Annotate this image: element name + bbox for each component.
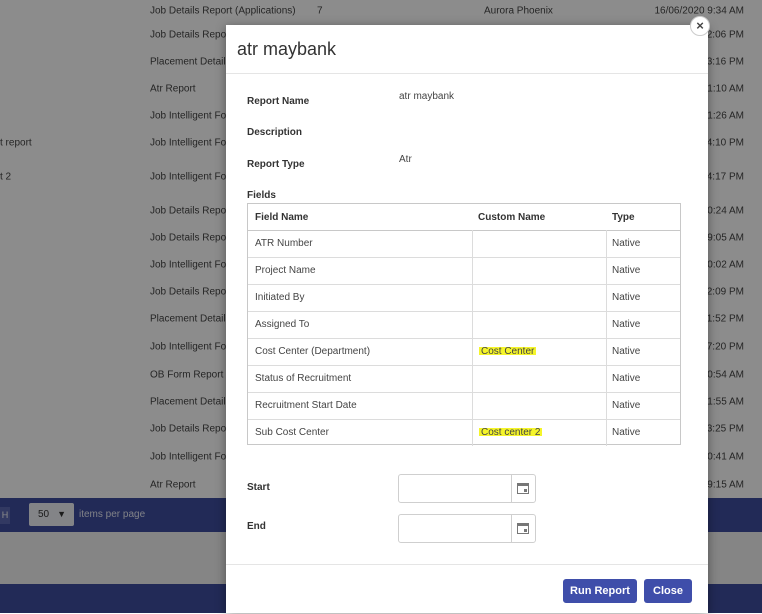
field-row: Project Name Native — [248, 257, 680, 285]
field-name-cell: Recruitment Start Date — [255, 400, 357, 411]
field-row: Sub Cost Center Cost center 2 Native — [248, 419, 680, 446]
start-date-input[interactable] — [398, 474, 536, 503]
close-button[interactable]: Close — [644, 579, 692, 603]
modal-footer: Run Report Close — [226, 564, 708, 614]
custom-name-text: Cost Center — [479, 346, 537, 357]
start-label: Start — [247, 482, 270, 493]
modal-header: atr maybank — [226, 25, 708, 74]
type-cell: Native — [612, 238, 641, 249]
start-date-picker-button[interactable] — [511, 475, 535, 502]
field-name-cell: Status of Recruitment — [255, 373, 352, 384]
custom-name-cell: Cost center 2 — [472, 419, 607, 446]
field-name-cell: Cost Center (Department) — [255, 346, 371, 357]
custom-name-cell — [472, 311, 607, 338]
custom-name-cell — [472, 392, 607, 419]
calendar-icon — [517, 523, 529, 534]
field-row: ATR Number Native — [248, 230, 680, 258]
type-cell: Native — [612, 265, 641, 276]
report-type-label: Report Type — [247, 159, 305, 170]
field-name-cell: Sub Cost Center — [255, 427, 329, 438]
header-field-name: Field Name — [255, 212, 309, 223]
report-name-value: atr maybank — [399, 91, 455, 102]
end-date-picker-button[interactable] — [511, 515, 535, 542]
custom-name-cell: Cost Center — [472, 338, 607, 365]
field-name-cell: Project Name — [255, 265, 316, 276]
type-cell: Native — [612, 427, 641, 438]
type-cell: Native — [612, 346, 641, 357]
end-date-input[interactable] — [398, 514, 536, 543]
type-cell: Native — [612, 400, 641, 411]
type-cell: Native — [612, 319, 641, 330]
fields-label: Fields — [247, 190, 276, 201]
modal-body: Report Name atr maybank Description Repo… — [226, 74, 708, 564]
custom-name-cell — [472, 257, 607, 284]
field-name-cell: Assigned To — [255, 319, 310, 330]
description-label: Description — [247, 127, 303, 138]
header-type: Type — [612, 212, 635, 223]
field-row: Status of Recruitment Native — [248, 365, 680, 393]
header-custom-name: Custom Name — [478, 212, 546, 223]
custom-name-text: Cost center 2 — [479, 427, 543, 438]
calendar-icon — [517, 483, 529, 494]
field-name-cell: ATR Number — [255, 238, 313, 249]
field-row: Assigned To Native — [248, 311, 680, 339]
report-type-value: Atr — [399, 154, 412, 165]
fields-table: Field Name Custom Name Type ATR Number Na… — [247, 203, 681, 446]
field-row: Initiated By Native — [248, 284, 680, 312]
custom-name-cell — [472, 230, 607, 257]
run-report-button[interactable]: Run Report — [563, 579, 637, 603]
report-name-label: Report Name — [247, 96, 310, 107]
custom-name-cell — [472, 365, 607, 392]
field-row: Cost Center (Department) Cost Center Nativ… — [248, 338, 680, 366]
type-cell: Native — [612, 373, 641, 384]
modal-title: atr maybank — [237, 39, 337, 59]
end-label: End — [247, 521, 266, 532]
type-cell: Native — [612, 292, 641, 303]
field-row: Recruitment Start Date Native — [248, 392, 680, 420]
custom-name-cell — [472, 284, 607, 311]
field-name-cell: Initiated By — [255, 292, 305, 303]
report-modal: atr maybank × Report Name atr maybank De… — [226, 16, 710, 614]
fields-table-header: Field Name Custom Name Type — [248, 204, 680, 231]
close-icon[interactable]: × — [690, 16, 710, 36]
